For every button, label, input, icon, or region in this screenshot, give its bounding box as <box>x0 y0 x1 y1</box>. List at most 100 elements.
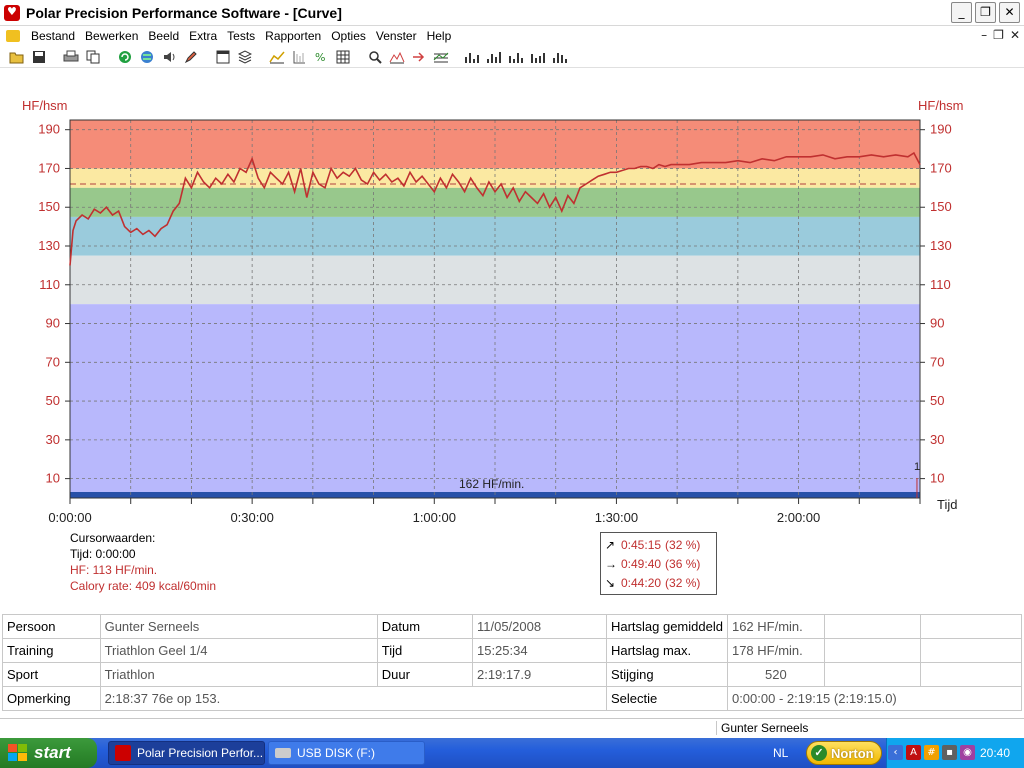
arrow-down-right-icon: ↘ <box>605 576 616 590</box>
copy-icon[interactable] <box>84 48 102 66</box>
y-tick-label-left: 70 <box>46 354 60 369</box>
y-tick-label-left: 10 <box>46 471 60 486</box>
y-tick-label-left: 50 <box>46 393 60 408</box>
y-tick-label-right: 30 <box>930 432 944 447</box>
menu-tests[interactable]: Tests <box>222 29 260 43</box>
value-persoon[interactable]: Gunter Serneels <box>99 614 378 639</box>
value-stijging[interactable]: 520 <box>726 662 825 687</box>
taskbar: start Polar Precision Perfor... USB DISK… <box>0 738 1024 768</box>
menu-bewerken[interactable]: Bewerken <box>80 29 143 43</box>
mdi-minimize-button[interactable]: – <box>981 28 987 42</box>
graph-icon[interactable] <box>268 48 286 66</box>
menu-beeld[interactable]: Beeld <box>143 29 184 43</box>
menu-venster[interactable]: Venster <box>371 29 422 43</box>
arrow-up-right-icon: ↗ <box>605 538 616 552</box>
minimize-button[interactable]: _ <box>951 2 972 23</box>
label-persoon: Persoon <box>2 614 101 639</box>
y-tick-label-left: 130 <box>38 238 60 253</box>
mdi-restore-button[interactable]: ❐ <box>993 28 1004 42</box>
norton-label: Norton <box>831 745 874 761</box>
arrow-icon[interactable] <box>410 48 428 66</box>
mdi-close-button[interactable]: ✕ <box>1010 28 1020 42</box>
y-tick-label-right: 150 <box>930 199 952 214</box>
value-training[interactable]: Triathlon Geel 1/4 <box>99 638 378 663</box>
taskbar-item-usb[interactable]: USB DISK (F:) <box>268 741 425 765</box>
refresh-icon[interactable] <box>116 48 134 66</box>
table-row: Opmerking 2:18:37 76e op 153. Selectie 0… <box>2 686 1023 711</box>
value-duur[interactable]: 2:19:17.9 <box>471 662 607 687</box>
y-tick-label-right: 170 <box>930 160 952 175</box>
table-row: Training Triathlon Geel 1/4 Tijd 15:25:3… <box>2 638 1023 663</box>
pen-icon[interactable] <box>182 48 200 66</box>
cursor-calory-rate: Calory rate: 409 kcal/60min <box>70 579 217 593</box>
average-label: 162 HF/min. <box>459 477 524 491</box>
chevron-left-icon[interactable]: ‹ <box>888 745 903 760</box>
bar3-icon[interactable] <box>508 48 526 66</box>
print-icon[interactable] <box>62 48 80 66</box>
empty-cell <box>823 638 921 663</box>
value-hartslag-max[interactable]: 178 HF/min. <box>726 638 825 663</box>
menu-rapporten[interactable]: Rapporten <box>260 29 326 43</box>
folder-icon[interactable] <box>6 30 20 42</box>
check-icon: ✓ <box>811 745 827 761</box>
table-icon[interactable] <box>334 48 352 66</box>
bar4-icon[interactable] <box>530 48 548 66</box>
value-selectie[interactable]: 0:00:00 - 2:19:15 (2:19:15.0) <box>726 686 1023 711</box>
axis-icon[interactable] <box>290 48 308 66</box>
label-stijging: Stijging <box>605 662 728 687</box>
zoom-icon[interactable] <box>366 48 384 66</box>
window-controls: _ ❐ ✕ <box>951 2 1020 23</box>
value-hartslag-gemiddeld[interactable]: 162 HF/min. <box>726 614 825 639</box>
menu-opties[interactable]: Opties <box>326 29 371 43</box>
heart-rate-chart-svg[interactable]: 190 190170 170150 150130 130110 11090 9070 7050… <box>0 96 1024 526</box>
close-button[interactable]: ✕ <box>999 2 1020 23</box>
start-button[interactable]: start <box>0 738 97 768</box>
label-duur: Duur <box>376 662 473 687</box>
network-icon[interactable]: # <box>924 745 939 760</box>
drive-icon[interactable]: ▪ <box>942 745 957 760</box>
title-bar: Polar Precision Performance Software - [… <box>0 0 1024 26</box>
y-tick-label-right: 190 <box>930 122 952 137</box>
menu-bestand[interactable]: Bestand <box>26 29 80 43</box>
trend-percent: (32 %) <box>665 538 701 552</box>
heart-rate-chart[interactable]: 190 190 170 170 150 150 130 130 110 110 90 90 70 70 50… <box>0 96 1024 526</box>
bar2-icon[interactable] <box>486 48 504 66</box>
save-icon[interactable] <box>30 48 48 66</box>
sound-icon[interactable] <box>160 48 178 66</box>
mdi-controls: – ❐ ✕ <box>981 28 1020 42</box>
bar1-icon[interactable] <box>464 48 482 66</box>
globe-icon[interactable] <box>138 48 156 66</box>
value-sport[interactable]: Triathlon <box>99 662 378 687</box>
value-datum[interactable]: 11/05/2008 <box>471 614 607 639</box>
lines-icon[interactable] <box>432 48 450 66</box>
volume-icon[interactable]: ◉ <box>960 745 975 760</box>
cursor-values: Cursorwaarden: Tijd: 0:00:00 HF: 113 HF/… <box>70 530 216 594</box>
restore-button[interactable]: ❐ <box>975 2 996 23</box>
ati-icon[interactable]: A <box>906 745 921 760</box>
windows-flag-icon <box>8 744 28 762</box>
y-tick-label-left: 90 <box>46 316 60 331</box>
taskbar-item-polar[interactable]: Polar Precision Perfor... <box>108 741 265 765</box>
label-sport: Sport <box>2 662 101 687</box>
status-bar: Gunter Serneels <box>0 718 1024 738</box>
menu-help[interactable]: Help <box>422 29 457 43</box>
chart-icon[interactable] <box>388 48 406 66</box>
menu-extra[interactable]: Extra <box>184 29 222 43</box>
svg-text:%: % <box>315 51 325 64</box>
value-tijd[interactable]: 15:25:34 <box>471 638 607 663</box>
book-icon[interactable] <box>236 48 254 66</box>
open-icon[interactable] <box>8 48 26 66</box>
value-opmerking[interactable]: 2:18:37 76e op 153. <box>99 686 607 711</box>
cursor-title: Cursorwaarden: <box>70 531 156 545</box>
language-indicator[interactable]: NL <box>773 746 788 760</box>
label-training: Training <box>2 638 101 663</box>
norton-button[interactable]: ✓ Norton <box>806 741 882 765</box>
x-axis-label: Tijd <box>937 497 957 512</box>
window-icon[interactable] <box>214 48 232 66</box>
table-row: Persoon Gunter Serneels Datum 11/05/2008… <box>2 614 1023 639</box>
bar5-icon[interactable] <box>552 48 570 66</box>
trend-summary: ↗ 0:45:15 (32 %) → 0:49:40 (36 %) ↘ 0:44… <box>600 532 717 595</box>
y-axis-label-right: HF/hsm <box>918 98 964 113</box>
percent-icon[interactable]: % <box>312 48 330 66</box>
y-tick-label-right: 110 <box>930 277 951 292</box>
